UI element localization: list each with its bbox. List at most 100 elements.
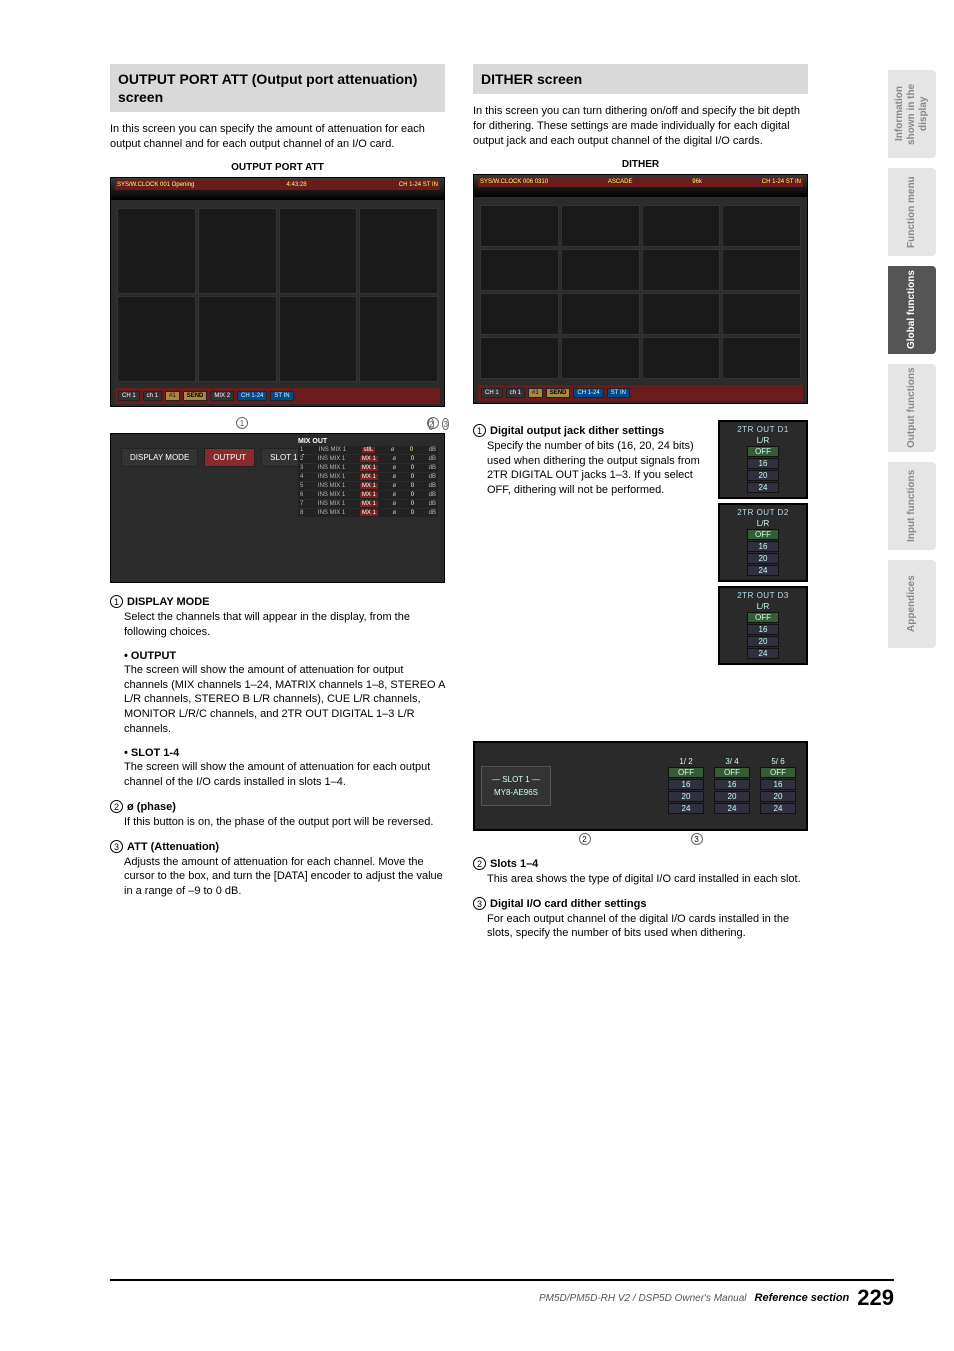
phase-heading: 2ø (phase): [110, 800, 445, 813]
dither-fs: 96k: [692, 177, 702, 187]
bit-col-3: 5/ 6 OFF 16 20 24: [756, 757, 800, 815]
output-option-text: The screen will show the amount of atten…: [124, 663, 445, 737]
tab-global-functions[interactable]: Global functions: [888, 266, 936, 354]
dither-footer-band: CH 1 ch 1 #1 SEND CH 1-24 ST IN: [478, 385, 803, 401]
output-button[interactable]: OUTPUT: [204, 448, 255, 467]
dither-panel-d3: 2TR OUT D3 L/R OFF 16 20 24: [718, 586, 808, 665]
bit-col-2: 3/ 4 OFF 16 20 24: [710, 757, 754, 815]
screen-body: [117, 208, 438, 382]
footer-ch: CH 1: [118, 391, 140, 401]
output-port-att-screenshot: SYS/W.CLOCK 001 Opening 4:43:28 CH 1-24 …: [110, 177, 445, 407]
display-mode-heading: 1DISPLAY MODE: [110, 595, 445, 608]
mix-row: 7INS MIX 1MX 1ø0dB: [298, 500, 438, 508]
dither-header-band: SYS/W.CLOCK 006 0310 ASCADE 96k CH 1-24 …: [478, 177, 803, 187]
io-dither-heading: 3Digital I/O card dither settings: [473, 897, 808, 910]
mix-row: 8INS MIX 1MX 1ø0dB: [298, 509, 438, 517]
tab-appendices[interactable]: Appendices: [888, 560, 936, 648]
dither-title: DITHER screen: [473, 64, 808, 94]
footer-page: 229: [857, 1285, 894, 1311]
panel-16[interactable]: 16: [747, 458, 779, 469]
dither-intro: In this screen you can turn dithering on…: [473, 104, 808, 149]
att-heading: 3ATT (Attenuation): [110, 840, 445, 853]
screen-topbar: SYS/W.CLOCK 001 Opening 4:43:28 CH 1-24 …: [111, 178, 444, 200]
slot-block: [480, 205, 559, 247]
tab-info-display[interactable]: Information shown in the display: [888, 70, 936, 158]
panel-lr: L/R: [724, 436, 802, 445]
dither-item1-wrap: 1Digital output jack dither settings Spe…: [473, 416, 808, 673]
panel-off[interactable]: OFF: [747, 446, 779, 457]
mix-row: 6INS MIX 1MX 1ø0dB: [298, 491, 438, 499]
footer-chlo: ch 1: [143, 391, 162, 401]
display-mode-label: DISPLAY MODE: [121, 448, 198, 467]
callout-3: 3: [691, 833, 703, 845]
screen-block: [198, 296, 277, 382]
callout-2: 2: [579, 833, 591, 845]
mix-row: 5INS MIX 1MX 1ø0dB: [298, 482, 438, 490]
dither-screenshot: SYS/W.CLOCK 006 0310 ASCADE 96k CH 1-24 …: [473, 174, 808, 404]
panel-24[interactable]: 24: [747, 482, 779, 493]
footer-send: SEND: [183, 391, 208, 401]
screen-block: [198, 208, 277, 294]
footer-id: #1: [165, 391, 180, 401]
output-option-head: OUTPUT: [124, 650, 445, 662]
phase-text: If this button is on, the phase of the o…: [110, 815, 445, 830]
content-columns: OUTPUT PORT ATT (Output port attenuation…: [110, 64, 864, 951]
output-port-att-intro: In this screen you can specify the amoun…: [110, 122, 445, 152]
screen-meter: CH 1-24 ST IN: [399, 180, 438, 190]
slots-text: This area shows the type of digital I/O …: [473, 872, 808, 887]
dither-topbar: SYS/W.CLOCK 006 0310 ASCADE 96k CH 1-24 …: [474, 175, 807, 197]
callout-3: 3: [442, 418, 448, 430]
dither-item1-text: 1Digital output jack dither settings Spe…: [473, 416, 702, 673]
dither-cascade: ASCADE: [608, 177, 633, 187]
slot-option-head: SLOT 1-4: [124, 747, 445, 759]
dither-screen-title: SYS/W.CLOCK 006 0310: [480, 177, 548, 187]
screen-block: [117, 296, 196, 382]
io-dither-text: For each output channel of the digital I…: [473, 912, 808, 942]
output-port-att-title: OUTPUT PORT ATT (Output port attenuation…: [110, 64, 445, 112]
screen-title: SYS/W.CLOCK 001 Opening: [117, 180, 194, 190]
dither-panel-d1: 2TR OUT D1 L/R OFF 16 20 24: [718, 420, 808, 499]
slot-zoom-figure: — SLOT 1 — MY8-AE96S 1/ 2 OFF 16 20 24 3…: [473, 741, 808, 845]
mix-row: 3INS MIX 1MX 1ø0dB: [298, 464, 438, 472]
page-footer: PM5D/PM5D-RH V2 / DSP5D Owner's Manual R…: [110, 1279, 894, 1311]
screen-header-band: SYS/W.CLOCK 001 Opening 4:43:28 CH 1-24 …: [115, 180, 440, 190]
tab-function-menu[interactable]: Function menu: [888, 168, 936, 256]
figure-label: OUTPUT PORT ATT: [110, 162, 445, 173]
right-column: DITHER screen In this screen you can tur…: [473, 64, 808, 951]
digital-output-jack-text: Specify the number of bits (16, 20, 24 b…: [473, 439, 702, 498]
callout-2: 2: [428, 418, 434, 430]
mix-row: 2INS MIX 1MX 1ø0dB: [298, 455, 438, 463]
tab-output-functions[interactable]: Output functions: [888, 364, 936, 452]
footer-inputch: CH 1-24: [237, 391, 267, 401]
panel-20[interactable]: 20: [747, 470, 779, 481]
screen-footer-band: CH 1 ch 1 #1 SEND MIX 2 CH 1-24 ST IN: [115, 388, 440, 404]
dither-figure-label: DITHER: [473, 159, 808, 170]
bit-col-1: 1/ 2 OFF 16 20 24: [664, 757, 708, 815]
output-port-att-zoom-figure: 1 2 3 DISPLAY MODE OUTPUT SLOT 1-4 MIX O…: [110, 419, 445, 583]
mix-row: 4INS MIX 1MX 1ø0dB: [298, 473, 438, 481]
dither-figure: DITHER SYS/W.CLOCK 006 0310 ASCADE 96k C…: [473, 159, 808, 404]
footer-stin: ST IN: [270, 391, 293, 401]
slot-option-text: The screen will show the amount of atten…: [124, 760, 445, 790]
zoom-left: DISPLAY MODE OUTPUT SLOT 1-4: [117, 442, 318, 473]
footer-model: PM5D/PM5D-RH V2 / DSP5D Owner's Manual: [539, 1293, 747, 1304]
slots-heading: 2Slots 1–4: [473, 857, 808, 870]
digital-output-jack-heading: 1Digital output jack dither settings: [473, 424, 702, 437]
screen-time: 4:43:28: [287, 180, 307, 190]
slot-callouts: 2 3: [473, 833, 808, 845]
mix-row: 1INS MIX 1stILø0dB: [298, 446, 438, 454]
screen-block: [117, 208, 196, 294]
zoom-callouts: 1 2 3: [110, 417, 445, 431]
dither-meter: CH 1-24 ST IN: [762, 177, 801, 187]
tab-input-functions[interactable]: Input functions: [888, 462, 936, 550]
dither-panel-d2: 2TR OUT D2 L/R OFF 16 20 24: [718, 503, 808, 582]
output-port-att-zoom: DISPLAY MODE OUTPUT SLOT 1-4 MIX OUT 1IN…: [110, 433, 445, 583]
footer-mix2: MIX 2: [210, 391, 234, 401]
side-tabs: Information shown in the display Functio…: [888, 70, 936, 648]
display-mode-text: Select the channels that will appear in …: [110, 610, 445, 640]
mix-out-table: MIX OUT 1INS MIX 1stILø0dB 2INS MIX 1MX …: [298, 438, 438, 517]
slot-label: — SLOT 1 — MY8-AE96S: [481, 766, 551, 806]
screen-block: [359, 296, 438, 382]
left-column: OUTPUT PORT ATT (Output port attenuation…: [110, 64, 445, 951]
dither-panels: 2TR OUT D1 L/R OFF 16 20 24 2TR OUT D2 L…: [718, 420, 808, 669]
